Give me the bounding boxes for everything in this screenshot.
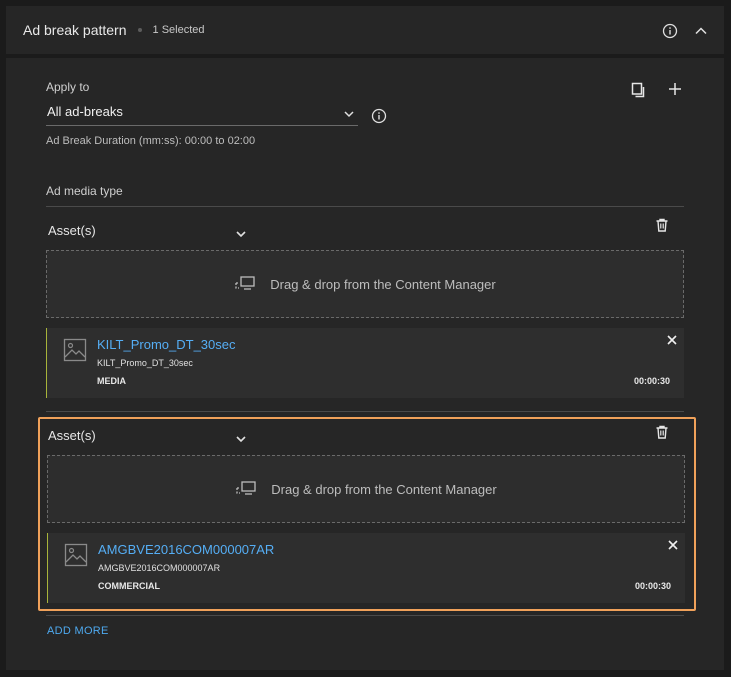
drop-zone-text: Drag & drop from the Content Manager — [270, 276, 496, 292]
ad-media-type-label: Ad media type — [46, 184, 123, 198]
info-icon[interactable] — [662, 23, 678, 39]
drag-drop-icon — [235, 480, 257, 498]
panel-body: Apply to All ad-breaks Ad Break Duration… — [6, 58, 724, 670]
apply-to-select[interactable]: All ad-breaks — [46, 102, 358, 126]
divider — [46, 206, 684, 207]
asset-type: COMMERCIAL — [98, 581, 160, 591]
chevron-down-icon — [234, 227, 248, 241]
panel-title: Ad break pattern — [23, 22, 127, 38]
asset-card[interactable]: KILT_Promo_DT_30sec KILT_Promo_DT_30sec … — [46, 328, 684, 398]
separator-dot — [137, 28, 142, 32]
apply-to-label: Apply to — [46, 80, 90, 94]
drop-zone[interactable]: Drag & drop from the Content Manager — [46, 250, 684, 318]
asset-card[interactable]: AMGBVE2016COM000007AR AMGBVE2016COM00000… — [47, 533, 685, 603]
asset-type: MEDIA — [97, 376, 126, 386]
add-more-button[interactable]: ADD MORE — [47, 625, 109, 637]
asset-subtitle: KILT_Promo_DT_30sec — [97, 358, 193, 368]
chevron-up-icon[interactable] — [692, 22, 710, 40]
asset-title-link[interactable]: AMGBVE2016COM000007AR — [98, 542, 274, 557]
asset-type-select[interactable]: Asset(s) — [48, 425, 248, 449]
asset-group: Asset(s) Drag & drop from the Content Ma… — [40, 213, 696, 405]
chevron-down-icon — [234, 432, 248, 446]
divider — [46, 615, 684, 616]
info-icon[interactable] — [371, 108, 387, 124]
asset-type-select[interactable]: Asset(s) — [48, 220, 248, 244]
close-icon[interactable] — [667, 539, 679, 551]
asset-duration: 00:00:30 — [634, 581, 671, 591]
image-placeholder-icon — [64, 543, 88, 567]
plus-icon[interactable] — [667, 81, 683, 97]
drop-zone-text: Drag & drop from the Content Manager — [271, 481, 497, 497]
close-icon[interactable] — [666, 334, 678, 346]
asset-type-value: Asset(s) — [48, 223, 96, 238]
asset-subtitle: AMGBVE2016COM000007AR — [98, 563, 221, 573]
divider — [46, 411, 684, 412]
apply-to-value: All ad-breaks — [47, 104, 123, 119]
selected-count: 1 Selected — [152, 24, 205, 36]
ad-break-duration: Ad Break Duration (mm:ss): 00:00 to 02:0… — [46, 135, 256, 147]
chevron-down-icon — [342, 107, 356, 121]
drag-drop-icon — [234, 275, 256, 293]
panel-header[interactable]: Ad break pattern 1 Selected — [6, 6, 724, 54]
asset-duration: 00:00:30 — [633, 376, 670, 386]
drop-zone[interactable]: Drag & drop from the Content Manager — [47, 455, 685, 523]
asset-title-link[interactable]: KILT_Promo_DT_30sec — [97, 337, 236, 352]
image-placeholder-icon — [63, 338, 87, 362]
trash-icon[interactable] — [654, 424, 670, 440]
asset-type-value: Asset(s) — [48, 428, 96, 443]
asset-group-selected: Asset(s) Drag & drop from the Content Ma… — [38, 417, 696, 611]
trash-icon[interactable] — [654, 217, 670, 233]
copy-icon[interactable] — [630, 81, 648, 99]
